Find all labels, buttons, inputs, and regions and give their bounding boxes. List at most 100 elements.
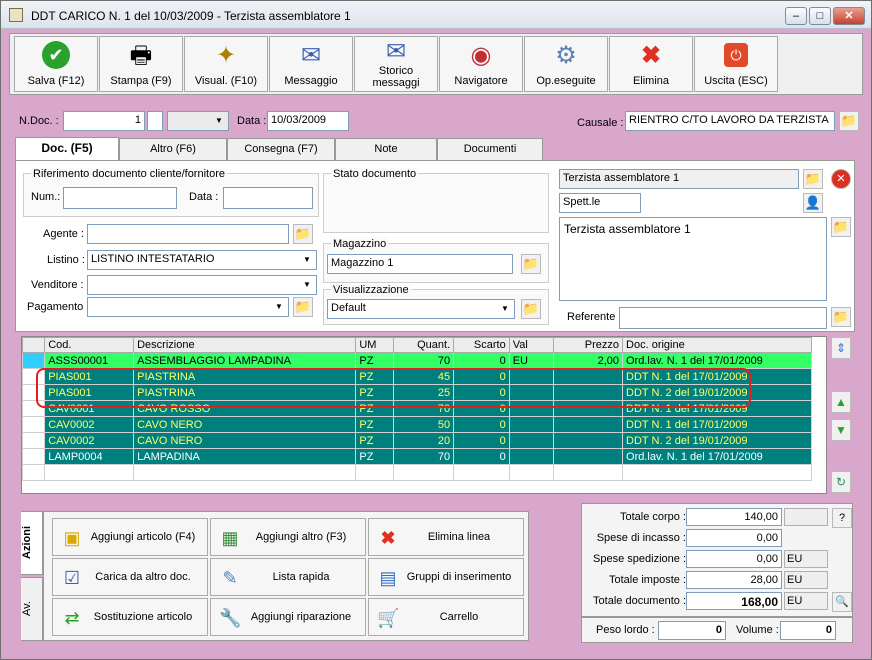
grid-cell-val[interactable]: EU	[508, 352, 555, 369]
grid-cell-quant[interactable]: 50	[393, 416, 455, 433]
customer-name-field[interactable]: Terzista assemblatore 1	[559, 169, 799, 189]
tab-altro[interactable]: Altro (F6)	[119, 138, 227, 160]
grid-cell-scarto[interactable]: 0	[453, 416, 510, 433]
grid-cell-quant[interactable]: 70	[393, 352, 455, 369]
grid-cell-origine[interactable]: DDT N. 1 del 17/01/2009	[622, 416, 812, 433]
quick-list-button[interactable]: ✎ Lista rapida	[210, 558, 366, 596]
grid-cell-origine[interactable]: DDT N. 2 del 19/01/2009	[622, 432, 812, 449]
col-val[interactable]: Val	[508, 337, 555, 353]
referente-field[interactable]	[619, 307, 827, 329]
customer-folder-icon[interactable]: 📁	[803, 169, 823, 189]
row-selector[interactable]	[21, 352, 46, 369]
pagamento-select[interactable]: ▼	[87, 297, 289, 317]
view-folder-icon[interactable]: 📁	[521, 299, 541, 319]
tab-note[interactable]: Note	[335, 138, 437, 160]
grid-cell-cod[interactable]: LAMP0004	[44, 448, 135, 465]
grid-cell-scarto[interactable]: 0	[453, 352, 510, 369]
warehouse-field[interactable]: Magazzino 1	[327, 254, 513, 274]
total-value[interactable]: 0,00	[686, 550, 782, 568]
refresh-icon[interactable]: ↻	[831, 471, 851, 493]
replace-article-button[interactable]: ⇄ Sostituzione articolo	[52, 598, 208, 636]
grid-cell-val[interactable]	[508, 416, 555, 433]
exit-button[interactable]: ⏻ Uscita (ESC)	[694, 36, 778, 92]
grid-cell-desc[interactable]: CAVO NERO	[133, 432, 357, 449]
volume-field[interactable]: 0	[780, 621, 836, 640]
grid-cell-val[interactable]	[508, 448, 555, 465]
tab-av[interactable]: Av.	[21, 577, 43, 641]
delete-button[interactable]: ✖ Elimina	[609, 36, 693, 92]
maximize-button[interactable]: □	[809, 7, 831, 25]
add-article-button[interactable]: ▣ Aggiungi articolo (F4)	[52, 518, 208, 556]
delete-line-button[interactable]: ✖ Elimina linea	[368, 518, 524, 556]
col-cod[interactable]: Cod.	[44, 337, 135, 353]
totals-help-button[interactable]: ?	[832, 508, 852, 528]
grid-cell-prezzo[interactable]	[553, 416, 624, 433]
referente-folder-icon[interactable]: 📁	[831, 307, 851, 327]
tab-azioni[interactable]: Azioni	[21, 511, 43, 575]
contact-person-icon[interactable]: 👤	[803, 193, 823, 213]
causale-field[interactable]: RIENTRO C/TO LAVORO DA TERZISTA	[625, 111, 835, 131]
grid-cell-prezzo[interactable]	[553, 448, 624, 465]
grid-cell-cod[interactable]: CAV0002	[44, 432, 135, 449]
tab-consegna[interactable]: Consegna (F7)	[227, 138, 335, 160]
row-selector[interactable]	[21, 448, 46, 465]
grid-cell-desc[interactable]: CAVO NERO	[133, 416, 357, 433]
agente-folder-icon[interactable]: 📁	[293, 224, 313, 244]
grid-cell-prezzo[interactable]: 2,00	[553, 352, 624, 369]
date-field[interactable]: 10/03/2009	[267, 111, 349, 131]
ndoc-suffix-field[interactable]	[147, 111, 163, 131]
venditore-select[interactable]: ▼	[87, 275, 317, 295]
col-scarto[interactable]: Scarto	[453, 337, 510, 353]
view-select[interactable]: Default ▼	[327, 299, 515, 319]
close-button[interactable]: ✕	[833, 7, 865, 25]
insert-groups-button[interactable]: ▤ Gruppi di inserimento	[368, 558, 524, 596]
move-down-icon[interactable]: ▼	[831, 419, 851, 441]
grid-cell-val[interactable]	[508, 432, 555, 449]
grid-cell-prezzo[interactable]	[553, 432, 624, 449]
table-row[interactable]: CAV0002 CAVO NERO PZ 20 0 DDT N. 2 del 19/01/…	[21, 432, 812, 449]
ndoc-series-select[interactable]: ▼	[167, 111, 229, 131]
add-other-button[interactable]: ▦ Aggiungi altro (F3)	[210, 518, 366, 556]
grid-cell-um[interactable]: PZ	[355, 352, 395, 369]
cart-button[interactable]: 🛒 Carrello	[368, 598, 524, 636]
tab-documenti[interactable]: Documenti	[437, 138, 543, 160]
print-button[interactable]: 🖶 Stampa (F9)	[99, 36, 183, 92]
col-prezzo[interactable]: Prezzo	[553, 337, 624, 353]
grid-cell-scarto[interactable]: 0	[453, 432, 510, 449]
grid-cell-desc[interactable]: ASSEMBLAGGIO LAMPADINA	[133, 352, 357, 369]
salutation-field[interactable]: Spett.le	[559, 193, 641, 213]
view-button[interactable]: ✦ Visual. (F10)	[184, 36, 268, 92]
message-button[interactable]: ✉ Messaggio	[269, 36, 353, 92]
tab-doc[interactable]: Doc. (F5)	[15, 137, 119, 161]
address-field[interactable]: Terzista assemblatore 1	[559, 217, 827, 301]
table-row[interactable]: CAV0002 CAVO NERO PZ 50 0 DDT N. 1 del 17/01/…	[21, 416, 812, 433]
grid-cell-um[interactable]: PZ	[355, 448, 395, 465]
listino-select[interactable]: LISTINO INTESTATARIO ▼	[87, 250, 317, 270]
zoom-icon[interactable]: 🔍	[832, 592, 852, 612]
row-selector[interactable]	[21, 432, 46, 449]
grid-cell-origine[interactable]: Ord.lav. N. 1 del 17/01/2009	[622, 352, 812, 369]
table-row[interactable]: ASSS00001 ASSEMBLAGGIO LAMPADINA PZ 70 0 EU 2,…	[21, 352, 812, 369]
minimize-button[interactable]: –	[785, 7, 807, 25]
grid-cell-quant[interactable]: 70	[393, 448, 455, 465]
add-repair-button[interactable]: 🔧 Aggiungi riparazione	[210, 598, 366, 636]
operations-button[interactable]: ⚙ Op.eseguite	[524, 36, 608, 92]
grid-cell-origine[interactable]: Ord.lav. N. 1 del 17/01/2009	[622, 448, 812, 465]
total-value[interactable]: 0,00	[686, 529, 782, 547]
col-descrizione[interactable]: Descrizione	[133, 337, 357, 353]
pagamento-folder-icon[interactable]: 📁	[293, 297, 313, 317]
move-top-icon[interactable]: ⇕	[831, 337, 851, 359]
move-up-icon[interactable]: ▲	[831, 391, 851, 413]
agente-field[interactable]	[87, 224, 289, 244]
row-selector[interactable]	[21, 416, 46, 433]
message-history-button[interactable]: ✉ Storico messaggi	[354, 36, 438, 92]
warehouse-folder-icon[interactable]: 📁	[521, 254, 541, 274]
ndoc-field[interactable]: 1	[63, 111, 145, 131]
ref-num-field[interactable]	[63, 187, 177, 209]
grid-cell-um[interactable]: PZ	[355, 432, 395, 449]
grid-cell-cod[interactable]: CAV0002	[44, 416, 135, 433]
customer-clear-icon[interactable]: ✕	[831, 169, 851, 189]
save-button[interactable]: ✔ Salva (F12)	[14, 36, 98, 92]
address-folder-icon[interactable]: 📁	[831, 217, 851, 237]
load-doc-button[interactable]: ☑ Carica da altro doc.	[52, 558, 208, 596]
